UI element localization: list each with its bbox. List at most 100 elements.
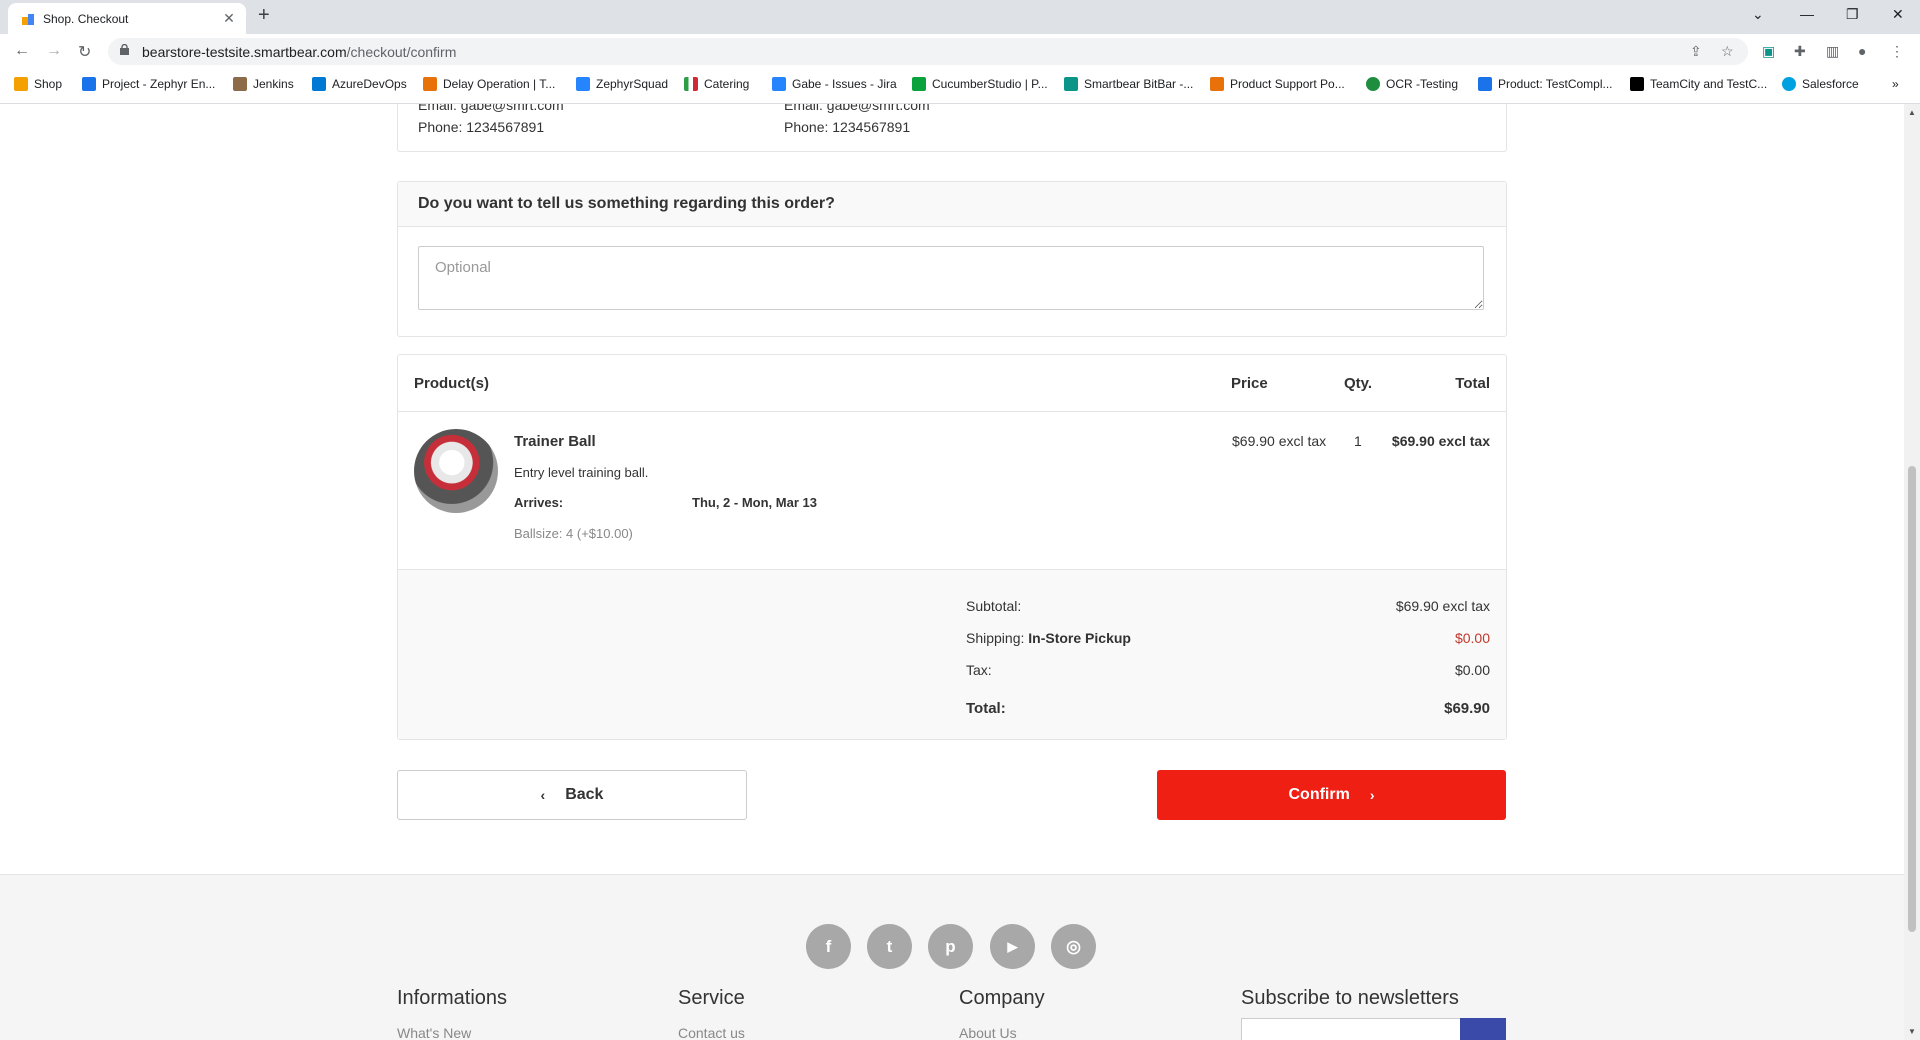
bookmark-favicon-icon xyxy=(1064,77,1078,91)
header-total: Total xyxy=(1455,375,1490,392)
youtube-icon[interactable]: ▶ xyxy=(990,924,1035,969)
bookmark-testcomplete[interactable]: Product: TestCompl... xyxy=(1478,77,1613,91)
shipping-label-group: Shipping: In-Store Pickup xyxy=(966,630,1131,646)
extension-bitbar-icon[interactable]: ▣ xyxy=(1762,43,1775,60)
shipping-phone: Phone: 1234567891 xyxy=(784,119,911,135)
bookmark-catering[interactable]: Catering xyxy=(684,77,749,91)
product-attribute: Ballsize: 4 (+$10.00) xyxy=(514,526,633,541)
bookmark-cucumberstudio[interactable]: CucumberStudio | P... xyxy=(912,77,1048,91)
billing-email: Email: gabe@smrt.com xyxy=(418,104,564,113)
bookmark-label: Jenkins xyxy=(253,77,294,91)
bookmark-zephyr[interactable]: Project - Zephyr En... xyxy=(82,77,215,91)
browser-tab[interactable]: Shop. Checkout ✕ xyxy=(8,3,246,34)
chevron-right-icon: › xyxy=(1369,787,1375,803)
product-image[interactable] xyxy=(414,429,498,513)
twitter-icon[interactable]: t xyxy=(867,924,912,969)
profile-avatar-icon[interactable]: ● xyxy=(1858,43,1866,59)
bookmark-favicon-icon xyxy=(576,77,590,91)
side-panel-icon[interactable]: ▥ xyxy=(1826,43,1839,60)
footer-link-about-us[interactable]: About Us xyxy=(959,1025,1017,1040)
bookmark-label: Salesforce xyxy=(1802,77,1859,91)
tab-close-icon[interactable]: ✕ xyxy=(220,9,238,27)
bookmark-favicon-icon xyxy=(1630,77,1644,91)
order-totals: Subtotal: $69.90 excl tax Shipping: In-S… xyxy=(398,569,1506,739)
bookmark-favicon-icon xyxy=(233,77,247,91)
menu-dots-icon[interactable]: ⋮ xyxy=(1890,43,1904,60)
subtotal-value: $69.90 excl tax xyxy=(1395,598,1490,614)
url-host: bearstore-testsite.smartbear.com xyxy=(142,44,347,60)
bookmark-label: Product: TestCompl... xyxy=(1498,77,1613,91)
minimize-button[interactable]: — xyxy=(1800,6,1814,22)
bookmark-label: OCR -Testing xyxy=(1386,77,1459,91)
shop-favicon-icon xyxy=(22,14,34,25)
bookmark-zephyrsquad[interactable]: ZephyrSquad xyxy=(576,77,668,91)
page-scrollbar[interactable]: ▲ ▼ xyxy=(1904,104,1920,1040)
cart-header-row: Product(s) Price Qty. Total xyxy=(398,355,1506,412)
header-price: Price xyxy=(1231,375,1268,392)
bookmark-azuredevops[interactable]: AzureDevOps xyxy=(312,77,407,91)
bookmark-bitbar[interactable]: Smartbear BitBar -... xyxy=(1064,77,1193,91)
shipping-method: In-Store Pickup xyxy=(1028,630,1131,646)
pinterest-icon[interactable]: p xyxy=(928,924,973,969)
footer-service-heading: Service xyxy=(678,987,745,1009)
arrives-value: Thu, 2 - Mon, Mar 13 xyxy=(692,495,817,510)
bookmark-ocr-testing[interactable]: OCR -Testing xyxy=(1366,77,1458,91)
maximize-button[interactable]: ❐ xyxy=(1846,6,1859,23)
browser-tab-strip: Shop. Checkout ✕ + ⌄ — ❐ ✕ xyxy=(0,0,1920,34)
instagram-icon[interactable]: ◎ xyxy=(1051,924,1096,969)
scroll-down-arrow-icon[interactable]: ▼ xyxy=(1908,1027,1916,1036)
shipping-label: Shipping: xyxy=(966,630,1025,646)
bookmarks-bar: Shop Project - Zephyr En... Jenkins Azur… xyxy=(0,69,1920,104)
product-name[interactable]: Trainer Ball xyxy=(514,433,596,450)
back-button[interactable]: ‹ Back xyxy=(397,770,747,820)
newsletter-subscribe-button[interactable] xyxy=(1460,1018,1506,1040)
new-tab-button[interactable]: + xyxy=(258,4,270,27)
footer-link-contact-us[interactable]: Contact us xyxy=(678,1025,745,1040)
url-text: bearstore-testsite.smartbear.com/checkou… xyxy=(142,44,456,60)
bookmark-favicon-icon xyxy=(912,77,926,91)
back-button-label: Back xyxy=(565,786,604,803)
extensions-puzzle-icon[interactable]: ✚ xyxy=(1794,43,1806,60)
footer-informations-heading: Informations xyxy=(397,987,508,1009)
bookmark-label: AzureDevOps xyxy=(332,77,407,91)
confirm-button[interactable]: Confirm › xyxy=(1157,770,1506,820)
forward-arrow-icon[interactable]: → xyxy=(46,42,62,60)
url-path: /checkout/confirm xyxy=(346,44,457,60)
bookmark-label: Shop xyxy=(34,77,63,91)
tab-list-icon[interactable]: ⌄ xyxy=(1752,6,1764,23)
bookmark-delay-operation[interactable]: Delay Operation | T... xyxy=(423,77,555,91)
bookmark-label: Product Support Po... xyxy=(1230,77,1345,91)
bookmark-jenkins[interactable]: Jenkins xyxy=(233,77,294,91)
scrollbar-thumb[interactable] xyxy=(1908,466,1916,932)
bookmark-favicon-icon xyxy=(772,77,786,91)
facebook-icon[interactable]: f xyxy=(806,924,851,969)
chevron-left-icon: ‹ xyxy=(540,787,546,803)
address-card: Email: gabe@smrt.com Phone: 1234567891 E… xyxy=(397,104,1507,152)
bookmark-star-icon[interactable]: ☆ xyxy=(1721,43,1734,60)
bookmarks-overflow-icon[interactable]: » xyxy=(1892,77,1899,91)
checkout-page: Email: gabe@smrt.com Phone: 1234567891 E… xyxy=(0,104,1904,1040)
bookmark-favicon-icon xyxy=(684,77,698,91)
order-note-input[interactable] xyxy=(418,246,1484,310)
share-icon[interactable]: ⇪ xyxy=(1690,43,1702,60)
bookmark-label: Smartbear BitBar -... xyxy=(1084,77,1194,91)
lock-icon xyxy=(120,44,129,55)
bookmark-teamcity[interactable]: TeamCity and TestC... xyxy=(1630,77,1767,91)
order-note-header: Do you want to tell us something regardi… xyxy=(398,182,1506,227)
close-window-button[interactable]: ✕ xyxy=(1892,6,1904,23)
bookmark-shop[interactable]: Shop xyxy=(14,77,62,91)
bookmark-jira[interactable]: Gabe - Issues - Jira xyxy=(772,77,897,91)
scroll-up-arrow-icon[interactable]: ▲ xyxy=(1908,108,1916,117)
newsletter-email-input[interactable] xyxy=(1241,1018,1462,1040)
order-summary-card: Product(s) Price Qty. Total Trainer Ball… xyxy=(397,354,1507,740)
back-arrow-icon[interactable]: ← xyxy=(14,42,30,60)
footer-company-heading: Company xyxy=(959,987,1045,1009)
tax-value: $0.00 xyxy=(1454,662,1490,678)
footer-link-whats-new[interactable]: What's New xyxy=(397,1025,471,1040)
address-bar[interactable]: bearstore-testsite.smartbear.com/checkou… xyxy=(108,38,1748,65)
reload-icon[interactable]: ↻ xyxy=(78,42,91,62)
product-qty: 1 xyxy=(1354,433,1362,449)
tax-label: Tax: xyxy=(966,662,992,678)
bookmark-salesforce[interactable]: Salesforce xyxy=(1782,77,1859,91)
bookmark-product-support[interactable]: Product Support Po... xyxy=(1210,77,1345,91)
